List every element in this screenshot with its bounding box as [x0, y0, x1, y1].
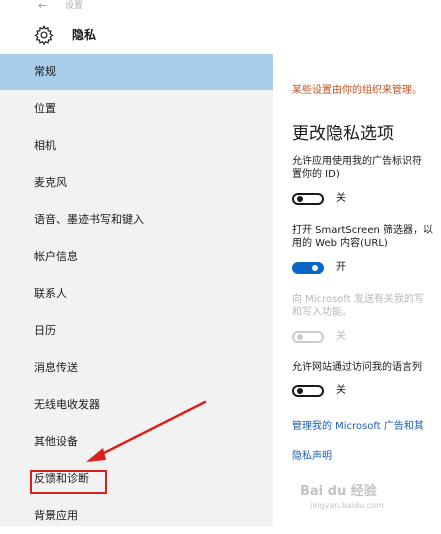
sidebar-item-label: 麦克风: [34, 176, 67, 189]
sidebar-item-label: 相机: [34, 139, 56, 152]
smartscreen-state: 开: [336, 262, 346, 273]
sidebar-item-label: 常规: [34, 65, 56, 78]
sidebar-item-label: 反馈和诊断: [34, 472, 89, 485]
toggle-knob: [312, 265, 318, 271]
sidebar-item-feedback-diagnostics[interactable]: 反馈和诊断: [0, 461, 273, 497]
writing-info-toggle: [292, 331, 324, 343]
smartscreen-description-line2: 用的 Web 内容(URL): [292, 238, 388, 249]
privacy-statement-link[interactable]: 隐私声明: [292, 447, 332, 462]
main-content: 某些设置由你的组织来管理。 更改隐私选项 允许应用使用我的广告标识符 置你的 I…: [273, 54, 441, 526]
sidebar-item-label: 日历: [34, 324, 56, 337]
writing-info-description-line1: 向 Microsoft 发送有关我的写: [292, 294, 424, 305]
toggle-knob: [297, 334, 303, 340]
manage-ads-link[interactable]: 管理我的 Microsoft 广告和其: [292, 417, 424, 432]
sidebar-item-speech-inking-typing[interactable]: 语音、墨迹书写和键入: [0, 202, 273, 238]
sidebar-item-general[interactable]: 常规: [0, 54, 273, 90]
sidebar-item-contacts[interactable]: 联系人: [0, 276, 273, 312]
language-list-state: 关: [336, 385, 346, 396]
window-title: 设置: [65, 1, 84, 11]
writing-info-state: 关: [336, 331, 346, 342]
sidebar-item-background-apps[interactable]: 背景应用: [0, 498, 273, 534]
toggle-knob: [297, 388, 303, 394]
section-title: 更改隐私选项: [292, 124, 394, 144]
watermark-logo-text: Bai du 经验: [300, 484, 377, 499]
sidebar-item-label: 其他设备: [34, 435, 78, 448]
sidebar-item-calendar[interactable]: 日历: [0, 313, 273, 349]
toggle-knob: [297, 196, 303, 202]
page-title: 隐私: [72, 28, 97, 42]
back-arrow-icon[interactable]: ←: [38, 0, 47, 13]
sidebar-item-label: 帐户信息: [34, 250, 78, 263]
sidebar-item-account-info[interactable]: 帐户信息: [0, 239, 273, 275]
sidebar-item-label: 背景应用: [34, 509, 78, 522]
page-header: 隐私: [0, 14, 441, 54]
sidebar-item-messaging[interactable]: 消息传送: [0, 350, 273, 386]
sidebar-item-label: 联系人: [34, 287, 67, 300]
baidu-watermark: Bai du 经验 jingyan.baidu.com: [300, 480, 384, 510]
writing-info-description-line2: 和写入功能。: [292, 307, 352, 318]
advertising-id-toggle[interactable]: [292, 193, 324, 205]
advertising-id-state: 关: [336, 193, 346, 204]
advertising-id-description-line2: 置你的 ID): [292, 169, 340, 180]
watermark-url: jingyan.baidu.com: [310, 501, 384, 510]
sidebar-item-label: 语音、墨迹书写和键入: [34, 213, 144, 226]
language-list-toggle[interactable]: [292, 385, 324, 397]
smartscreen-toggle[interactable]: [292, 262, 324, 274]
sidebar-item-location[interactable]: 位置: [0, 91, 273, 127]
sidebar-item-label: 消息传送: [34, 361, 78, 374]
sidebar-item-camera[interactable]: 相机: [0, 128, 273, 164]
sidebar-item-other-devices[interactable]: 其他设备: [0, 424, 273, 460]
title-bar: ← 设置: [0, 0, 441, 14]
sidebar: 常规 位置 相机 麦克风 语音、墨迹书写和键入 帐户信息 联系人 日历 消息传送…: [0, 54, 273, 526]
sidebar-item-label: 无线电收发器: [34, 398, 100, 411]
smartscreen-description-line1: 打开 SmartScreen 筛选器，以: [292, 225, 433, 236]
advertising-id-description-line1: 允许应用使用我的广告标识符: [292, 156, 422, 167]
gear-icon: [34, 24, 54, 46]
language-list-description: 允许网站通过访问我的语言列: [292, 362, 422, 373]
organization-managed-notice: 某些设置由你的组织来管理。: [292, 85, 422, 96]
sidebar-item-radios[interactable]: 无线电收发器: [0, 387, 273, 423]
sidebar-item-label: 位置: [34, 102, 56, 115]
sidebar-item-microphone[interactable]: 麦克风: [0, 165, 273, 201]
